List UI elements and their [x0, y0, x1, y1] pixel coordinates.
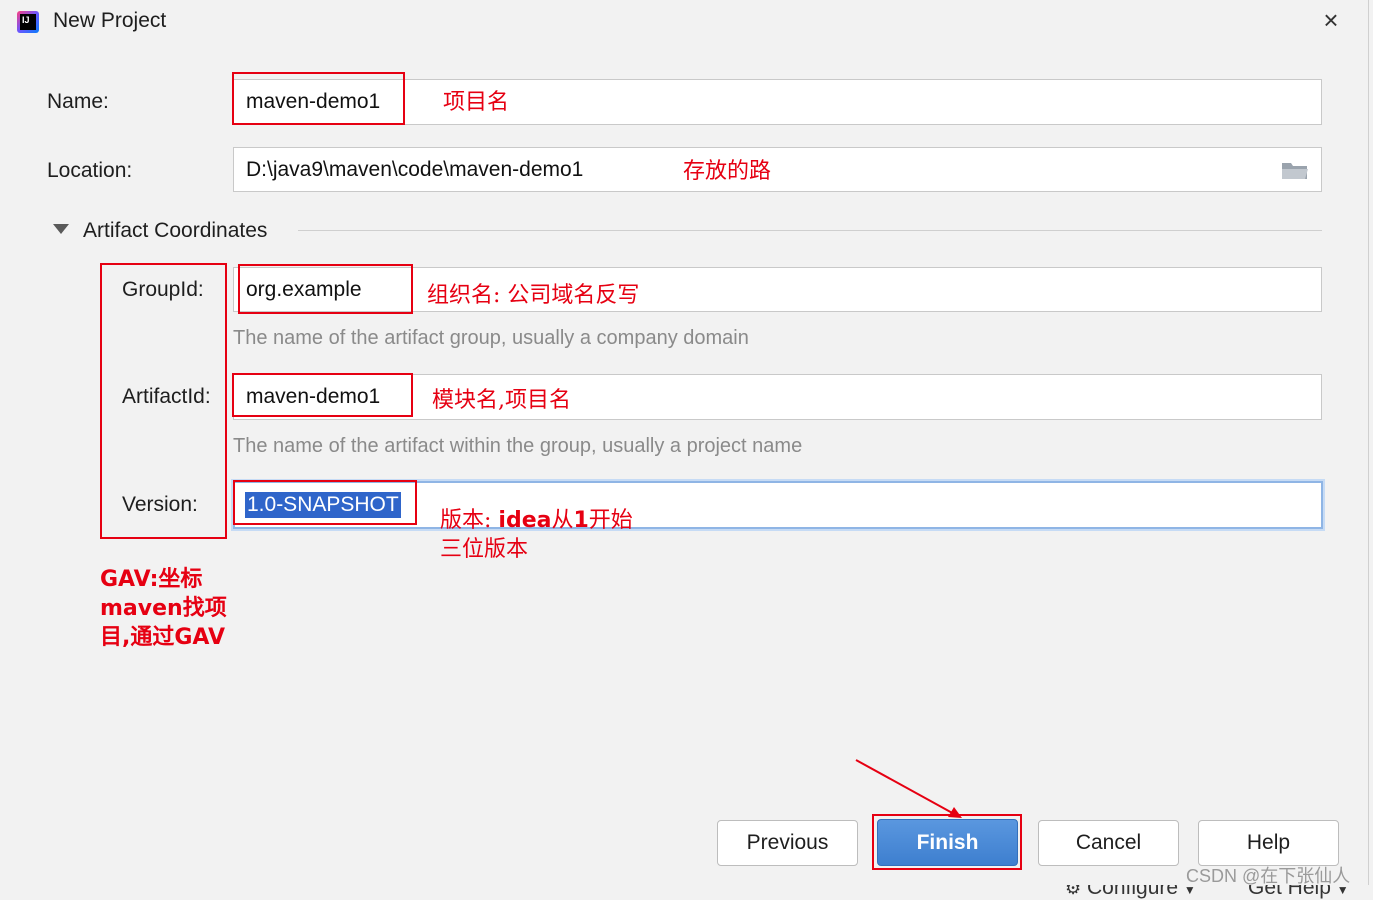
location-value: D:\java9\maven\code\maven-demo1 [246, 157, 584, 181]
logo-text: IJ [20, 14, 36, 30]
help-button[interactable]: Help [1198, 820, 1339, 866]
groupid-hint: The name of the artifact group, usually … [233, 327, 749, 349]
name-label: Name: [47, 90, 109, 113]
previous-button[interactable]: Previous [717, 820, 858, 866]
gav-line-3: 目,通过GAV [100, 625, 225, 650]
watermark: CSDN @在下张仙人 [1186, 866, 1351, 886]
version-note-part-d: 1 [573, 508, 589, 533]
annotation-box-finish [872, 814, 1022, 870]
artifactid-annotation: 模块名,项目名 [432, 388, 571, 413]
version-note-part-a: 版本: [440, 508, 499, 533]
version-note-part-e: 开始 [588, 508, 633, 533]
gav-annotation: GAV:坐标 maven找项 目,通过GAV [100, 565, 227, 652]
artifactid-hint: The name of the artifact within the grou… [233, 435, 803, 457]
annotation-box-name [232, 72, 405, 125]
annotation-box-artifactid [232, 373, 413, 417]
app-logo-icon: IJ [17, 11, 39, 33]
groupid-annotation: 组织名: 公司域名反写 [427, 283, 640, 308]
version-annotation-line2: 三位版本 [440, 537, 529, 562]
location-input[interactable]: D:\java9\maven\code\maven-demo1 [233, 147, 1322, 192]
annotation-box-groupid [238, 264, 413, 314]
section-divider [298, 230, 1322, 231]
version-note-part-b: idea [498, 508, 552, 533]
annotation-box-gav-labels [100, 263, 227, 539]
version-note-part-c: 从 [551, 508, 574, 533]
annotation-box-version [233, 480, 417, 525]
close-icon[interactable]: × [1318, 6, 1344, 34]
location-annotation: 存放的路 [683, 159, 772, 184]
cancel-button[interactable]: Cancel [1038, 820, 1179, 866]
artifact-coordinates-title[interactable]: Artifact Coordinates [83, 219, 267, 243]
folder-icon[interactable] [1281, 160, 1309, 180]
new-project-dialog: IJ New Project × Name: maven-demo1 Locat… [0, 0, 1369, 886]
name-annotation: 项目名 [443, 90, 510, 115]
gav-line-2: maven找项 [100, 596, 227, 621]
location-label: Location: [47, 159, 133, 182]
window-title: New Project [53, 9, 167, 32]
gav-line-1: GAV:坐标 [100, 567, 203, 592]
collapse-triangle-icon[interactable] [53, 224, 69, 234]
version-annotation-line1: 版本: idea从1开始 [440, 502, 633, 534]
